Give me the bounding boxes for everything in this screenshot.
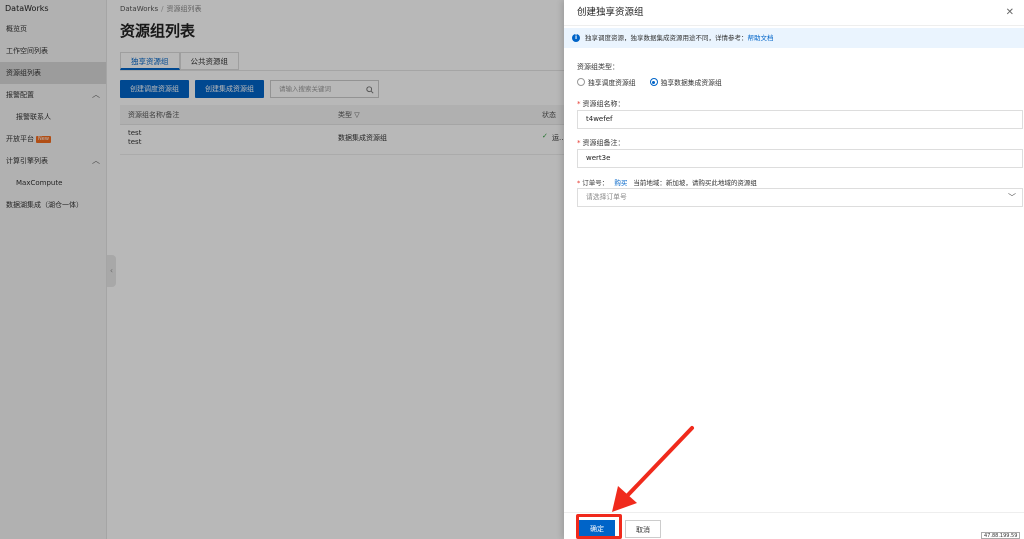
info-icon: i: [572, 34, 580, 42]
buy-link[interactable]: 购买: [614, 179, 627, 187]
order-label: * 订单号： 购买 当前地域：新加坡，请购买此地域的资源组: [577, 179, 757, 187]
region-hint: 当前地域：新加坡，请购买此地域的资源组: [633, 179, 757, 187]
radio-option-schedule[interactable]: 独享调度资源组: [577, 77, 636, 87]
required-asterisk: *: [577, 139, 581, 147]
create-resource-group-drawer: 创建独享资源组 ✕ i 独享调度资源，独享数据集成资源用途不同，详情参考：帮助文档…: [564, 0, 1024, 539]
required-asterisk: *: [577, 179, 581, 187]
radio-label: 独享调度资源组: [588, 79, 636, 87]
order-placeholder: 请选择订单号: [586, 193, 627, 201]
radio-button[interactable]: [577, 78, 585, 86]
cancel-button[interactable]: 取消: [625, 520, 661, 538]
close-icon[interactable]: ✕: [1006, 0, 1014, 26]
drawer-title: 创建独享资源组: [577, 7, 644, 18]
required-asterisk: *: [577, 100, 581, 108]
radio-button-checked[interactable]: [649, 78, 658, 86]
help-doc-link[interactable]: 帮助文档: [748, 34, 774, 42]
radio-option-integration[interactable]: 独享数据集成资源组: [649, 77, 722, 87]
order-select[interactable]: 请选择订单号 ﹀: [577, 188, 1023, 207]
type-label: 资源组类型：: [577, 63, 619, 71]
drawer-footer: 确定 取消: [564, 512, 1024, 539]
remark-input[interactable]: wert3e: [577, 149, 1023, 168]
chevron-down-icon: ﹀: [1008, 193, 1016, 202]
drawer-header: 创建独享资源组 ✕: [564, 0, 1024, 26]
annotation-highlight-box: [576, 514, 622, 539]
info-text: 独享调度资源，独享数据集成资源用途不同，详情参考：: [585, 34, 748, 42]
remark-label: * 资源组备注：: [577, 139, 625, 147]
name-label: * 资源组名称：: [577, 100, 625, 108]
type-radio-group: 独享调度资源组 独享数据集成资源组: [577, 77, 736, 87]
name-input[interactable]: t4wefef: [577, 110, 1023, 129]
info-banner: i 独享调度资源，独享数据集成资源用途不同，详情参考：帮助文档: [564, 28, 1024, 48]
ip-address-fragment: 47.88.199.59: [981, 532, 1021, 539]
radio-label: 独享数据集成资源组: [660, 79, 722, 87]
